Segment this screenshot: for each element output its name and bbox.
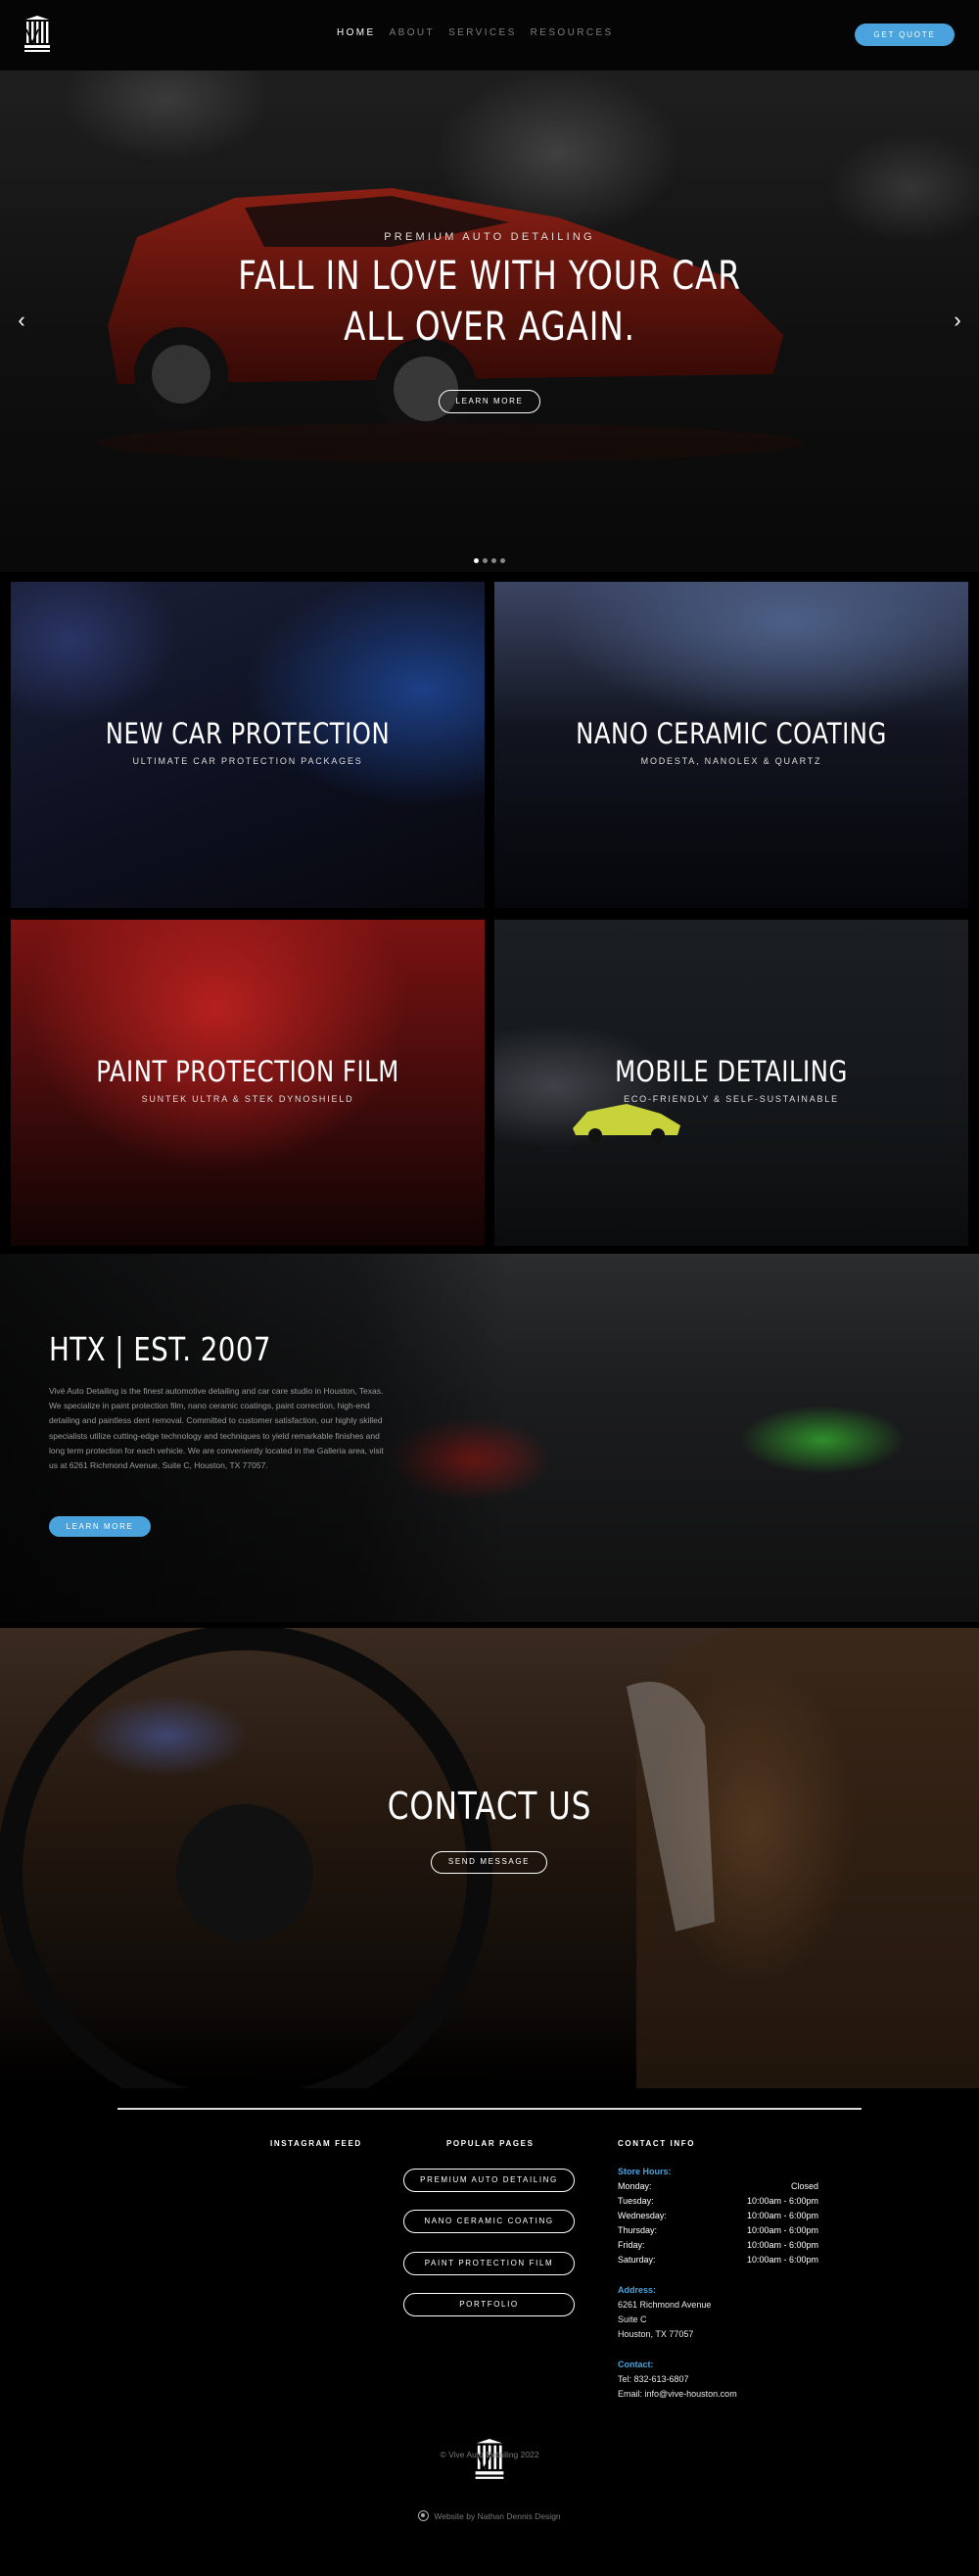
contact-label: Contact: — [618, 2360, 654, 2369]
address-line-3: Houston, TX 77057 — [618, 2329, 694, 2339]
page-link-premium-auto-detailing[interactable]: PREMIUM AUTO DETAILING — [403, 2169, 575, 2192]
address-block: Address: 6261 Richmond Avenue Suite C Ho… — [618, 2283, 711, 2342]
hours-row: Monday: Closed — [618, 2179, 818, 2194]
hero-kicker: PREMIUM AUTO DETAILING — [384, 231, 595, 243]
service-subtitle: SUNTEK ULTRA & STEK DYNOSHIELD — [141, 1094, 354, 1104]
hero-title-line2: ALL OVER AGAIN. — [344, 305, 635, 350]
email-address[interactable]: Email: info@vive-houston.com — [618, 2387, 737, 2402]
hours-time: 10:00am - 6:00pm — [746, 2255, 818, 2265]
slider-prev-arrow-icon[interactable]: ‹ — [12, 308, 31, 335]
designer-logo-icon — [418, 2510, 430, 2521]
service-title: PAINT PROTECTION FILM — [96, 1055, 399, 1088]
copyright-text: © Vive Auto Detailing 2022 — [440, 2450, 539, 2459]
page-link-portfolio[interactable]: PORTFOLIO — [403, 2293, 575, 2316]
hours-time: Closed — [790, 2181, 818, 2191]
hours-row: Saturday: 10:00am - 6:00pm — [618, 2253, 818, 2267]
contact-info-heading: CONTACT INFO — [618, 2139, 696, 2148]
hours-day: Tuesday: — [618, 2196, 654, 2206]
store-hours-table: Monday: Closed Tuesday: 10:00am - 6:00pm Wed… — [618, 2179, 818, 2267]
footer-divider — [117, 2108, 862, 2110]
page-link-paint-protection-film[interactable]: PAINT PROTECTION FILM — [403, 2252, 575, 2275]
send-message-button[interactable]: SEND MESSAGE — [431, 1851, 547, 1874]
slider-dot[interactable] — [474, 558, 479, 563]
store-hours-label: Store Hours: — [618, 2165, 672, 2179]
contact-section: CONTACT US SEND MESSAGE — [0, 1628, 979, 2088]
hours-time: 10:00am - 6:00pm — [746, 2225, 818, 2235]
hours-day: Friday: — [618, 2240, 645, 2250]
hours-time: 10:00am - 6:00pm — [746, 2240, 818, 2250]
hero-learn-more-button[interactable]: LEARN MORE — [439, 390, 540, 413]
get-quote-button[interactable]: GET QUOTE — [855, 24, 955, 46]
about-text: Vivé Auto Detailing is the finest automo… — [49, 1386, 384, 1471]
slider-dot[interactable] — [483, 558, 488, 563]
contact-title: CONTACT US — [387, 1785, 592, 1828]
slider-dot[interactable] — [500, 558, 505, 563]
contact-block: Contact: Tel: 832-613-6807 Email: info@v… — [618, 2358, 737, 2402]
slider-dots — [474, 558, 505, 563]
hours-day: Saturday: — [618, 2255, 656, 2265]
site-header: HOME ABOUT SERVICES RESOURCES GET QUOTE — [0, 0, 979, 71]
address-line-1: 6261 Richmond Avenue — [618, 2300, 712, 2310]
service-subtitle: ECO-FRIENDLY & SELF-SUSTAINABLE — [624, 1094, 839, 1104]
hours-row: Friday: 10:00am - 6:00pm — [618, 2238, 818, 2253]
hours-day: Monday: — [618, 2181, 652, 2191]
slider-next-arrow-icon[interactable]: › — [948, 308, 967, 335]
hero-title: FALL IN LOVE WITH YOUR CAR ALL OVER AGAI… — [88, 251, 891, 353]
service-subtitle: MODESTA, NANOLEX & QUARTZ — [640, 756, 822, 766]
service-tile-new-car-protection[interactable]: NEW CAR PROTECTION ULTIMATE CAR PROTECTI… — [11, 582, 485, 908]
nav-about[interactable]: ABOUT — [390, 27, 435, 38]
popular-pages-heading: POPULAR PAGES — [446, 2139, 535, 2148]
service-subtitle: ULTIMATE CAR PROTECTION PACKAGES — [132, 756, 363, 766]
hours-time: 10:00am - 6:00pm — [746, 2211, 818, 2220]
phone-number[interactable]: Tel: 832-613-6807 — [618, 2372, 737, 2387]
hours-row: Tuesday: 10:00am - 6:00pm — [618, 2194, 818, 2209]
page: HOME ABOUT SERVICES RESOURCES GET QUOTE … — [0, 0, 979, 2576]
about-learn-more-button[interactable]: LEARN MORE — [49, 1516, 151, 1537]
hours-time: 10:00am - 6:00pm — [746, 2196, 818, 2206]
designer-credit[interactable]: Website by Nathan Dennis Design — [0, 2510, 979, 2521]
designer-credit-text: Website by Nathan Dennis Design — [434, 2511, 561, 2521]
hours-day: Thursday: — [618, 2225, 658, 2235]
main-nav: HOME ABOUT SERVICES RESOURCES — [337, 27, 614, 38]
vive-logo-icon[interactable] — [23, 16, 51, 53]
instagram-feed-heading: INSTAGRAM FEED — [270, 2139, 362, 2148]
hours-day: Wednesday: — [618, 2211, 667, 2220]
service-title: MOBILE DETAILING — [615, 1055, 848, 1088]
service-title: NEW CAR PROTECTION — [105, 717, 391, 750]
store-hours-label-text: Store Hours: — [618, 2167, 672, 2176]
service-tile-nano-ceramic-coating[interactable]: NANO CERAMIC COATING MODESTA, NANOLEX & … — [494, 582, 968, 908]
address-label: Address: — [618, 2285, 657, 2295]
nav-services[interactable]: SERVICES — [448, 27, 517, 38]
page-link-nano-ceramic-coating[interactable]: NANO CERAMIC COATING — [403, 2210, 575, 2233]
about-title: HTX | EST. 2007 — [49, 1330, 271, 1368]
footer-vive-logo-icon[interactable] — [474, 2439, 505, 2480]
address-line-2: Suite C — [618, 2314, 647, 2324]
hours-row: Wednesday: 10:00am - 6:00pm — [618, 2209, 818, 2223]
hours-row: Thursday: 10:00am - 6:00pm — [618, 2223, 818, 2238]
nav-home[interactable]: HOME — [337, 27, 376, 38]
about-section: HTX | EST. 2007 Vivé Auto Detailing is t… — [0, 1254, 979, 1622]
service-tile-paint-protection-film[interactable]: PAINT PROTECTION FILM SUNTEK ULTRA & STE… — [11, 920, 485, 1246]
service-tile-mobile-detailing[interactable]: MOBILE DETAILING ECO-FRIENDLY & SELF-SUS… — [494, 920, 968, 1246]
service-title: NANO CERAMIC COATING — [576, 717, 887, 750]
nav-resources[interactable]: RESOURCES — [531, 27, 614, 38]
hero-slider: PREMIUM AUTO DETAILING FALL IN LOVE WITH… — [0, 71, 979, 572]
slider-dot[interactable] — [491, 558, 496, 563]
hero-title-line1: FALL IN LOVE WITH YOUR CAR — [238, 254, 741, 299]
